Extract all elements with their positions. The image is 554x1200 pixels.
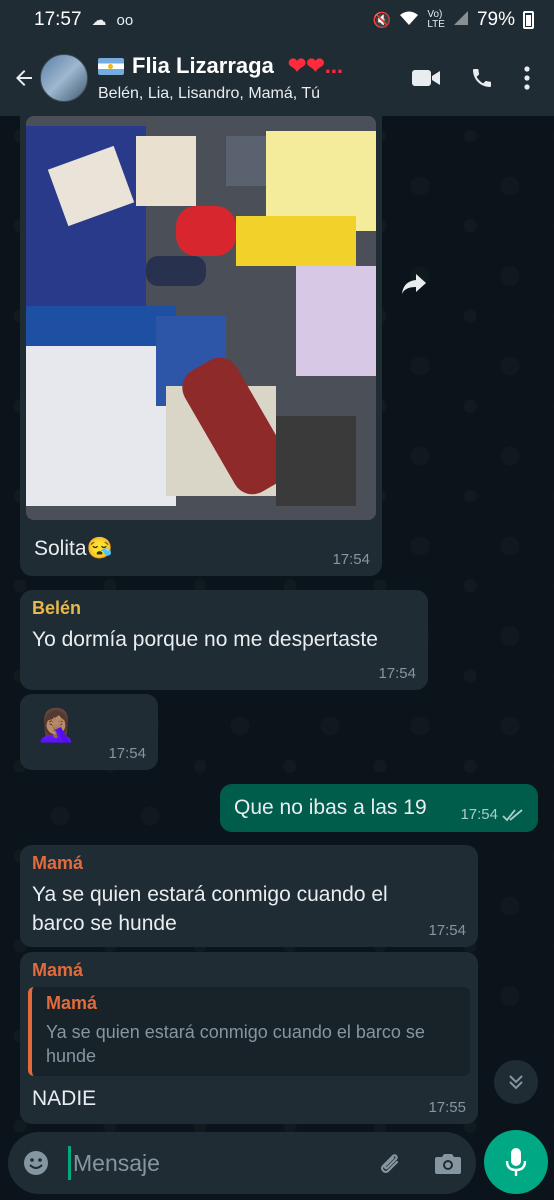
message-text: Ya se quien estará conmigo cuando el bar… bbox=[32, 883, 388, 935]
arrow-left-icon bbox=[16, 70, 32, 86]
camera-button[interactable] bbox=[434, 1151, 462, 1175]
voice-message-button[interactable] bbox=[484, 1130, 548, 1194]
attach-button[interactable] bbox=[376, 1149, 404, 1177]
voice-call-button[interactable] bbox=[470, 66, 494, 90]
sender-name: Mamá bbox=[32, 853, 84, 873]
group-info[interactable]: Flia Lizarraga ❤❤... Belén, Lia, Lisandr… bbox=[98, 53, 378, 103]
mute-icon: 🔇 bbox=[372, 12, 392, 29]
message-time: 17:55 bbox=[428, 1099, 466, 1116]
video-call-button[interactable] bbox=[412, 68, 440, 88]
message-time: 17:54 bbox=[428, 922, 466, 939]
outgoing-message[interactable]: Que no ibas a las 19 17:54 bbox=[220, 784, 538, 832]
volte-icon: Vo) LTE bbox=[427, 9, 445, 30]
forward-icon bbox=[402, 274, 426, 294]
sleepy-face-emoji: 😪 bbox=[86, 537, 113, 560]
groceries-photo[interactable] bbox=[26, 116, 376, 520]
chat-header: Flia Lizarraga ❤❤... Belén, Lia, Lisandr… bbox=[0, 40, 554, 116]
group-avatar[interactable] bbox=[40, 54, 88, 102]
message-input[interactable] bbox=[73, 1149, 323, 1177]
facepalm-emoji: 🤦🏽‍♀️ bbox=[36, 707, 76, 743]
battery-percent: 79% bbox=[476, 9, 515, 30]
message-time: 17:54 bbox=[460, 806, 498, 823]
message-text: Yo dormía porque no me despertaste bbox=[32, 628, 378, 651]
message-text: Que no ibas a las 19 bbox=[234, 796, 427, 819]
forward-button[interactable] bbox=[394, 264, 434, 304]
image-caption: Solita bbox=[34, 537, 87, 560]
double-check-icon bbox=[502, 808, 523, 821]
message-bubble[interactable]: Belén Yo dormía porque no me despertaste… bbox=[20, 590, 428, 690]
argentina-flag-icon bbox=[98, 57, 124, 75]
signal-icon bbox=[453, 10, 469, 30]
more-vertical-icon bbox=[524, 66, 530, 90]
microphone-icon bbox=[505, 1148, 527, 1176]
group-members: Belén, Lia, Lisandro, Mamá, Tú bbox=[98, 85, 321, 102]
quoted-sender: Mamá bbox=[46, 993, 98, 1013]
message-time: 17:54 bbox=[332, 551, 370, 568]
status-time: 17:57 bbox=[34, 9, 82, 30]
menu-button[interactable] bbox=[524, 66, 530, 90]
message-text: NADIE bbox=[32, 1087, 97, 1110]
message-composer bbox=[8, 1132, 476, 1194]
emoji-button[interactable] bbox=[22, 1149, 50, 1177]
battery-icon bbox=[523, 11, 534, 29]
message-bubble[interactable]: Mamá Ya se quien estará conmigo cuando e… bbox=[20, 845, 478, 947]
status-bar: 17:57 ☁ oo 🔇 Vo) LTE 79% bbox=[0, 0, 554, 40]
sender-name: Belén bbox=[32, 598, 82, 618]
weather-icon: ☁ bbox=[91, 12, 107, 29]
wifi-icon bbox=[399, 10, 419, 30]
phone-icon bbox=[473, 69, 491, 87]
quoted-message[interactable]: Mamá Ya se quien estará conmigo cuando e… bbox=[28, 987, 470, 1076]
double-chevron-down-icon bbox=[509, 1075, 523, 1090]
emoji-message[interactable]: 🤦🏽‍♀️ 17:54 bbox=[20, 694, 158, 770]
voicemail-icon: oo bbox=[116, 11, 134, 29]
camera-icon bbox=[435, 1154, 461, 1174]
paperclip-icon bbox=[381, 1154, 399, 1173]
quoted-text: Ya se quien estará conmigo cuando el bar… bbox=[46, 1022, 425, 1066]
reply-message[interactable]: Mamá Mamá Ya se quien estará conmigo cua… bbox=[20, 952, 478, 1124]
text-cursor bbox=[68, 1146, 71, 1180]
back-button[interactable] bbox=[4, 58, 44, 98]
message-time: 17:54 bbox=[378, 665, 416, 682]
sender-name: Mamá bbox=[32, 960, 84, 980]
group-title: Flia Lizarraga bbox=[132, 53, 274, 78]
image-message[interactable]: Solita😪 17:54 bbox=[20, 116, 382, 576]
message-time: 17:54 bbox=[108, 745, 146, 762]
smiley-icon bbox=[24, 1151, 48, 1175]
scroll-to-bottom-button[interactable] bbox=[494, 1060, 538, 1104]
hearts-emoji: ❤❤... bbox=[287, 53, 344, 78]
video-camera-icon bbox=[412, 70, 440, 86]
